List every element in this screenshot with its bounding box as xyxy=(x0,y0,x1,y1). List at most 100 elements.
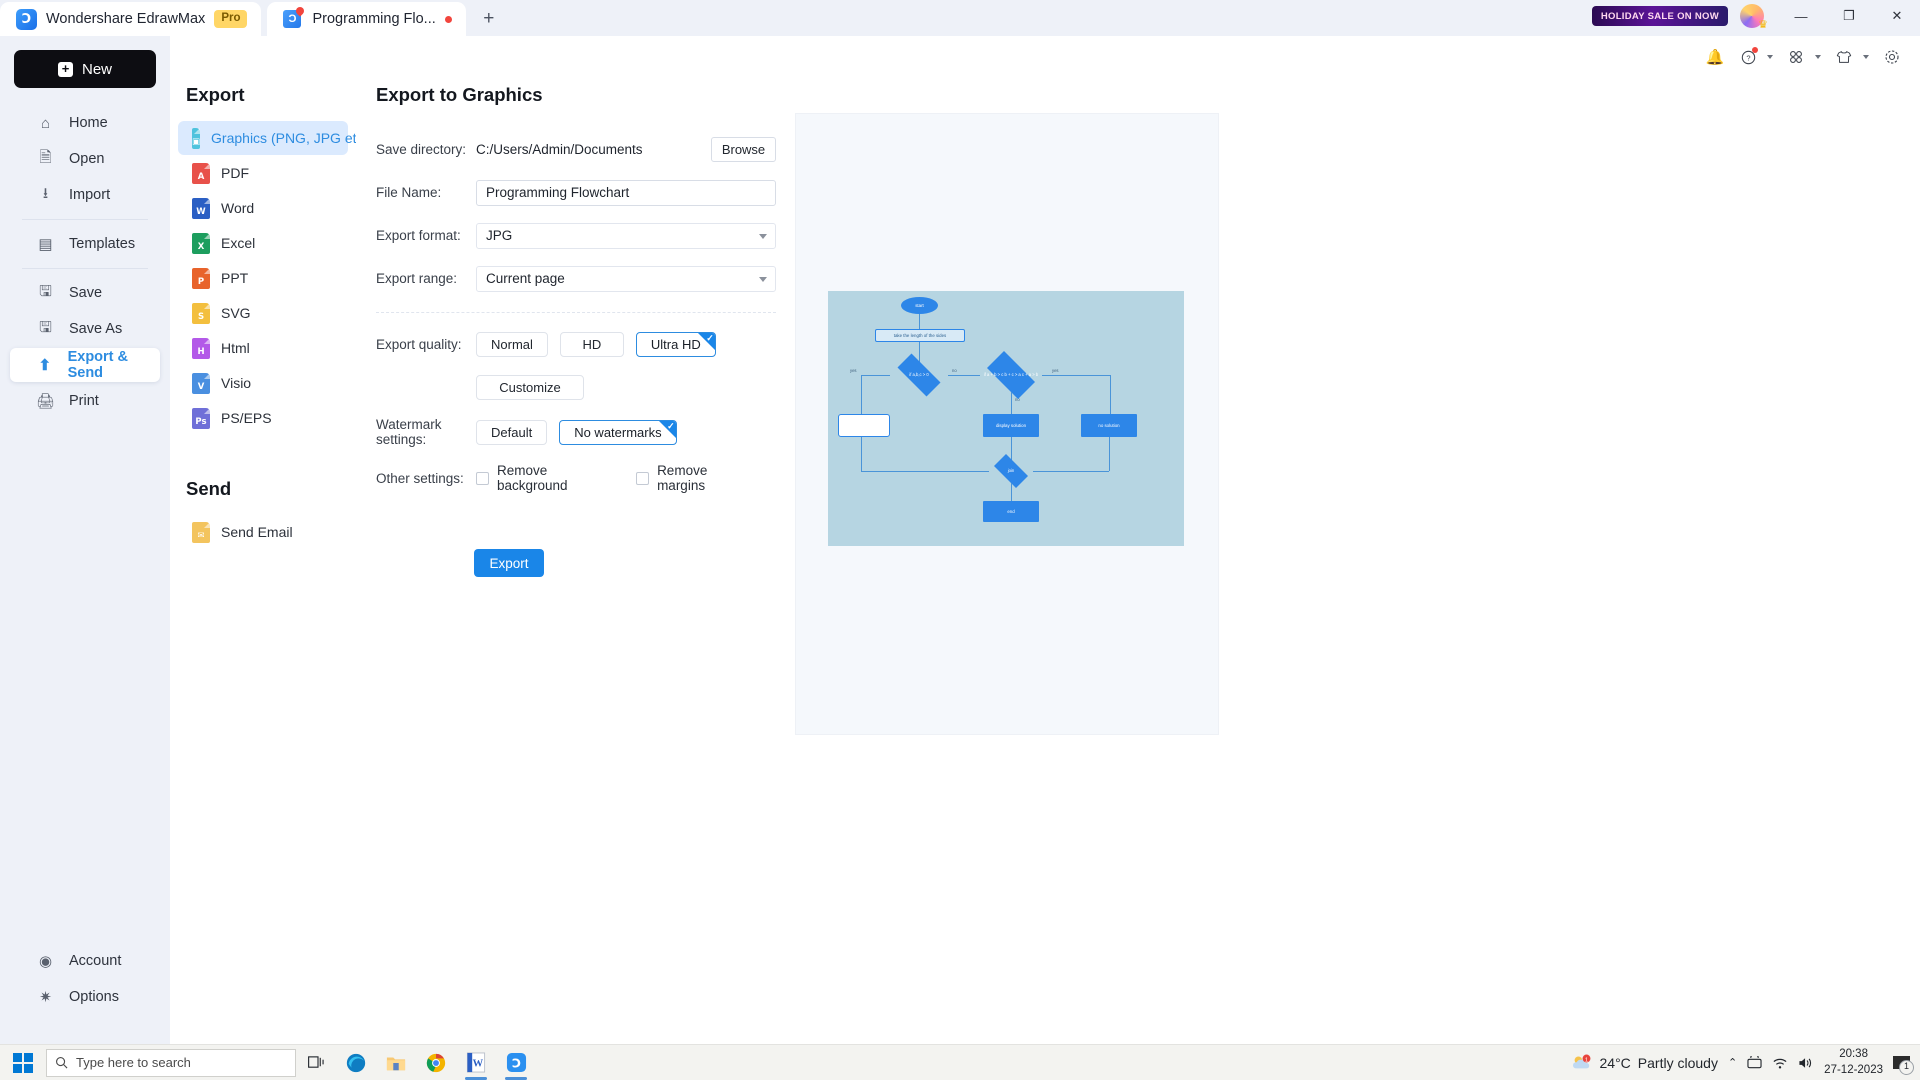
format-item-pdf[interactable]: A PDF xyxy=(178,156,348,190)
flow-edge xyxy=(1011,392,1012,414)
row-watermark: Watermark settings: Default No watermark… xyxy=(376,417,776,447)
word-icon[interactable]: W xyxy=(456,1045,496,1080)
close-button[interactable]: ✕ xyxy=(1874,0,1920,32)
start-button[interactable] xyxy=(0,1045,46,1080)
task-view-button[interactable] xyxy=(296,1045,336,1080)
search-placeholder: Type here to search xyxy=(76,1055,191,1070)
minimize-button[interactable]: — xyxy=(1778,0,1824,32)
wifi-icon[interactable] xyxy=(1772,1056,1788,1070)
browse-button[interactable]: Browse xyxy=(711,137,776,162)
watermark-option-none[interactable]: No watermarks xyxy=(559,420,676,445)
sidebar-item-account[interactable]: ◉ Account xyxy=(10,944,160,978)
save-icon: 🖫 xyxy=(36,281,55,306)
sidebar-item-home[interactable]: ⌂ Home xyxy=(10,106,160,140)
taskbar-search-input[interactable]: Type here to search xyxy=(46,1049,296,1077)
chevron-down-icon[interactable] xyxy=(1815,55,1821,59)
holiday-sale-badge[interactable]: HOLIDAY SALE ON NOW xyxy=(1592,6,1728,26)
file-name-input[interactable] xyxy=(476,180,776,206)
document-icon: Ɔ xyxy=(283,9,303,29)
export-format-select[interactable]: JPG xyxy=(476,223,776,249)
format-label-html: Html xyxy=(221,340,250,356)
quality-option-hd[interactable]: HD xyxy=(560,332,624,357)
format-item-svg[interactable]: S SVG xyxy=(178,296,348,330)
new-button-label: New xyxy=(82,61,112,78)
sidebar-item-save-as[interactable]: 🖫 Save As xyxy=(10,312,160,346)
save-directory-label: Save directory: xyxy=(376,142,476,157)
bell-icon[interactable]: 🔔 xyxy=(1701,44,1729,70)
sidebar-item-save[interactable]: 🖫 Save xyxy=(10,276,160,310)
apps-grid-icon[interactable] xyxy=(1782,44,1810,70)
flowchart-node-blank xyxy=(838,414,890,437)
format-item-visio[interactable]: V Visio xyxy=(178,366,348,400)
taskbar-clock[interactable]: 20:38 27-12-2023 xyxy=(1824,1047,1883,1078)
flowchart-node-end: end xyxy=(983,501,1039,522)
help-icon[interactable]: ? xyxy=(1734,44,1762,70)
checkbox-box-icon[interactable] xyxy=(636,472,649,485)
checkbox-remove-margins[interactable]: Remove margins xyxy=(636,463,746,493)
visio-file-icon: V xyxy=(192,373,210,394)
import-icon: ⭳ xyxy=(36,183,55,208)
user-avatar[interactable] xyxy=(1740,4,1764,28)
flow-edge xyxy=(948,375,980,376)
quality-option-customize[interactable]: Customize xyxy=(476,375,584,400)
checkbox-remove-background[interactable]: Remove background xyxy=(476,463,606,493)
theme-shirt-icon[interactable] xyxy=(1830,44,1858,70)
format-item-excel[interactable]: X Excel xyxy=(178,226,348,260)
settings-gear-icon[interactable] xyxy=(1878,44,1906,70)
export-range-select[interactable]: Current page xyxy=(476,266,776,292)
format-item-ps-eps[interactable]: Ps PS/EPS xyxy=(178,401,348,435)
sidebar-item-print[interactable]: 🖨 Print xyxy=(10,384,160,418)
app-tab[interactable]: Ɔ Wondershare EdrawMax Pro xyxy=(0,2,261,36)
document-tab[interactable]: Ɔ Programming Flo... xyxy=(267,2,465,36)
export-heading: Export xyxy=(170,36,356,120)
ps-eps-file-icon: Ps xyxy=(192,408,210,429)
quality-option-normal[interactable]: Normal xyxy=(476,332,548,357)
row-quality-customize: Customize xyxy=(376,374,776,401)
sidebar-item-options[interactable]: ✷ Options xyxy=(10,980,160,1014)
ppt-file-icon: P xyxy=(192,268,210,289)
pdf-file-icon: A xyxy=(192,163,210,184)
edge-icon[interactable] xyxy=(336,1045,376,1080)
export-button[interactable]: Export xyxy=(474,549,544,577)
options-gear-icon: ✷ xyxy=(36,988,55,1006)
checkbox-label-remove-margins: Remove margins xyxy=(657,463,746,493)
format-item-html[interactable]: H Html xyxy=(178,331,348,365)
volume-icon[interactable] xyxy=(1798,1056,1814,1070)
format-item-ppt[interactable]: P PPT xyxy=(178,261,348,295)
weather-widget[interactable]: 1 24°C Partly cloudy xyxy=(1571,1054,1718,1072)
watermark-option-default[interactable]: Default xyxy=(476,420,547,445)
edrawmax-taskbar-icon[interactable]: Ɔ xyxy=(496,1045,536,1080)
file-explorer-icon[interactable] xyxy=(376,1045,416,1080)
home-icon: ⌂ xyxy=(36,115,55,132)
system-tray: 1 24°C Partly cloudy ⌃ 20:38 27-12-2023 xyxy=(1571,1047,1920,1078)
format-item-word[interactable]: W Word xyxy=(178,191,348,225)
new-tab-button[interactable]: + xyxy=(474,3,504,33)
titlebar-right-group: HOLIDAY SALE ON NOW — ❐ ✕ xyxy=(1592,0,1920,36)
checkbox-box-icon[interactable] xyxy=(476,472,489,485)
notification-center-icon[interactable] xyxy=(1893,1056,1910,1069)
devices-icon[interactable] xyxy=(1747,1056,1762,1070)
format-item-graphics[interactable]: ▣ Graphics (PNG, JPG etc.) xyxy=(178,121,348,155)
quality-option-ultra-hd[interactable]: Ultra HD xyxy=(636,332,716,357)
word-file-icon: W xyxy=(192,198,210,219)
sidebar-item-export-send[interactable]: ⬆ Export & Send xyxy=(10,348,160,382)
sidebar-item-templates[interactable]: ▤ Templates xyxy=(10,227,160,261)
new-document-button[interactable]: + New xyxy=(14,50,156,88)
left-sidebar: + New ⌂ Home 🗎 Open ⭳ Import ▤ Templates… xyxy=(0,36,170,1044)
restore-button[interactable]: ❐ xyxy=(1826,0,1872,32)
tray-expand-chevron-icon[interactable]: ⌃ xyxy=(1728,1056,1737,1069)
row-export-format: Export format: JPG xyxy=(376,222,776,249)
chevron-down-icon[interactable] xyxy=(1767,55,1773,59)
chevron-down-icon[interactable] xyxy=(1863,55,1869,59)
sidebar-item-open[interactable]: 🗎 Open xyxy=(10,142,160,176)
send-item-email[interactable]: ✉ Send Email xyxy=(178,515,348,549)
chrome-icon[interactable] xyxy=(416,1045,456,1080)
sidebar-item-import[interactable]: ⭳ Import xyxy=(10,178,160,212)
sidebar-divider-1 xyxy=(22,219,148,220)
app-tab-label: Wondershare EdrawMax xyxy=(46,11,205,27)
edrawmax-window: Ɔ Wondershare EdrawMax Pro Ɔ Programming… xyxy=(0,0,1920,1080)
export-format-select-wrapper: JPG xyxy=(476,223,776,249)
save-as-icon: 🖫 xyxy=(36,317,55,342)
flowchart-node-input: take the length of the sides xyxy=(875,329,965,342)
export-preview-sheet[interactable]: start take the length of the sides if a,… xyxy=(796,114,1218,734)
